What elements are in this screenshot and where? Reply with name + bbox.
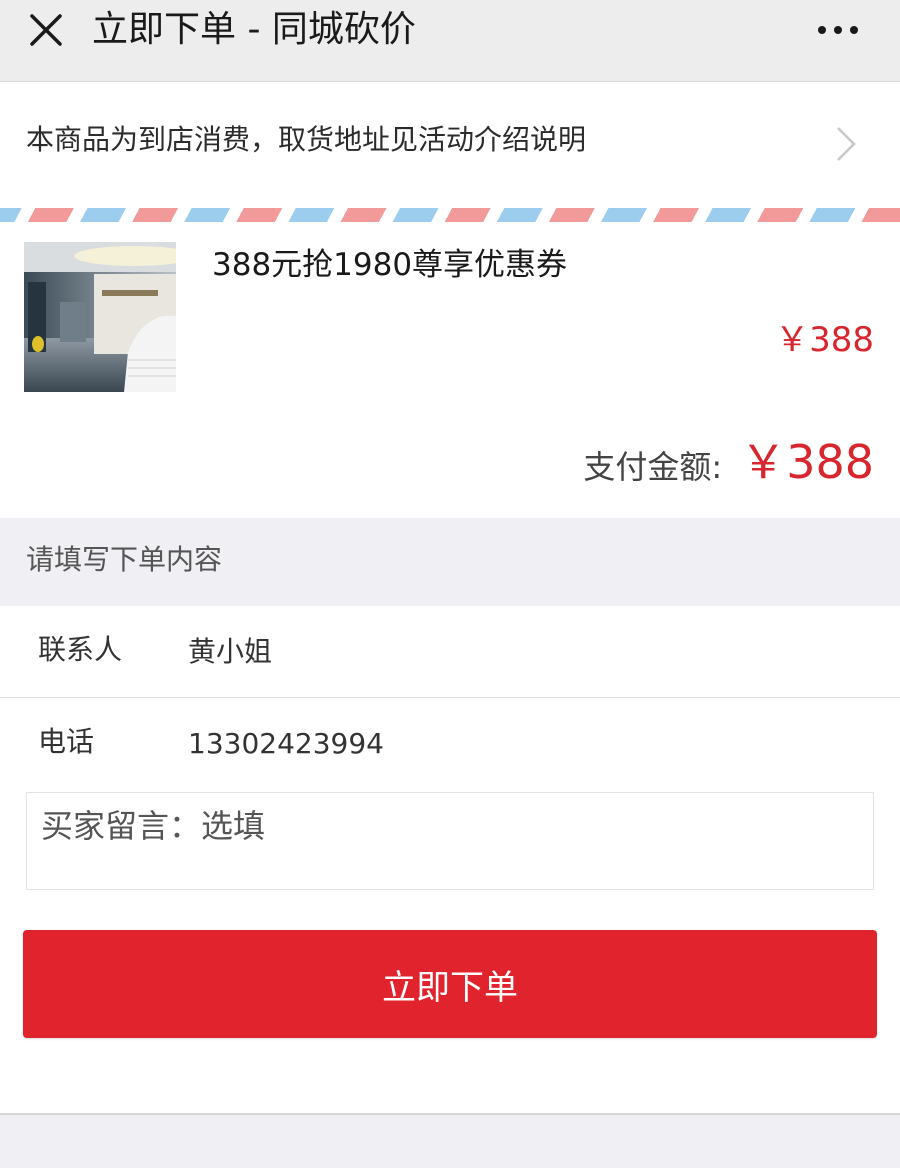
- phone-row: 电话: [0, 698, 900, 790]
- payment-summary: 支付金额: ￥388: [583, 432, 874, 503]
- phone-input[interactable]: [188, 724, 788, 764]
- product-image: [24, 242, 176, 392]
- chevron-right-icon: [837, 127, 856, 161]
- bottom-divider: [0, 1113, 900, 1115]
- order-form: 联系人 电话 立即下单: [0, 606, 900, 1114]
- phone-label: 电话: [38, 725, 95, 758]
- close-icon[interactable]: [26, 10, 66, 50]
- place-order-button[interactable]: 立即下单: [23, 930, 877, 1038]
- product-name: 388元抢1980尊享优惠券: [212, 247, 568, 283]
- page-title: 立即下单 - 同城砍价: [92, 9, 416, 50]
- payment-amount: ￥388: [740, 435, 874, 489]
- form-section-header: 请填写下单内容: [0, 518, 900, 606]
- contact-label: 联系人: [38, 633, 123, 666]
- airmail-stripe-divider: [0, 208, 900, 222]
- buyer-message-input[interactable]: [26, 792, 874, 890]
- contact-input[interactable]: [188, 632, 788, 672]
- more-dots-icon[interactable]: [816, 12, 860, 48]
- pickup-notice-text: 本商品为到店消费，取货地址见活动介绍说明: [26, 123, 587, 156]
- form-section-title: 请填写下单内容: [26, 543, 223, 576]
- pickup-notice[interactable]: 本商品为到店消费，取货地址见活动介绍说明: [0, 82, 900, 208]
- product-card: 388元抢1980尊享优惠券 ￥388 支付金额: ￥388: [0, 222, 900, 518]
- top-navigation-bar: 立即下单 - 同城砍价: [0, 0, 900, 82]
- contact-row: 联系人: [0, 606, 900, 698]
- product-price: ￥388: [775, 320, 874, 360]
- payment-label: 支付金额:: [583, 448, 723, 486]
